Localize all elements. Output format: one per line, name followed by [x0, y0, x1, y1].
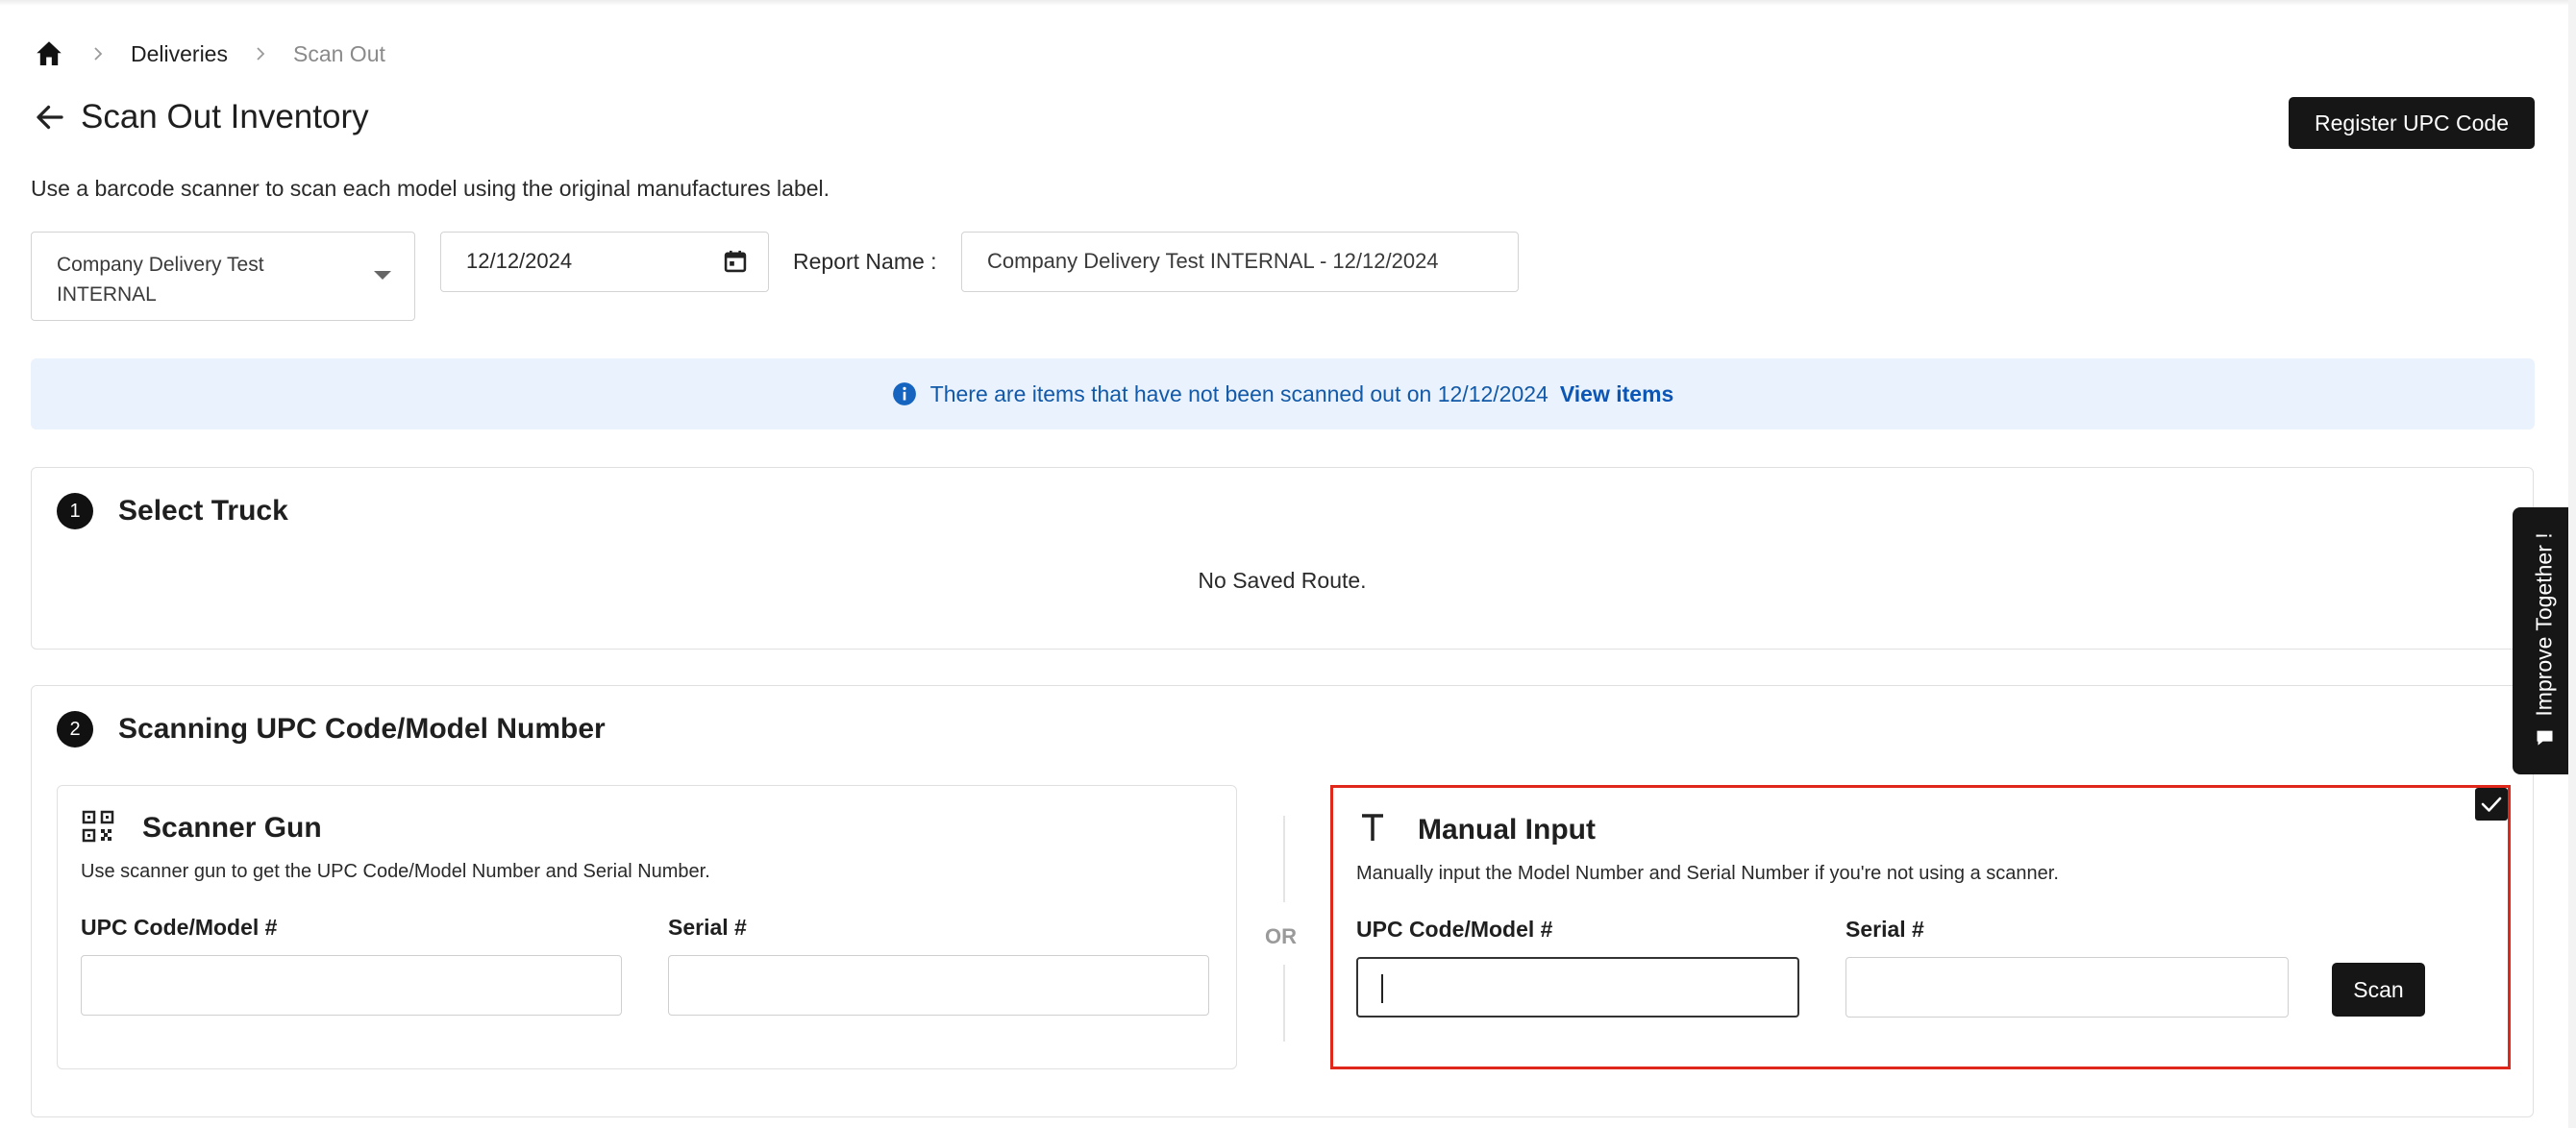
date-value: 12/12/2024 — [466, 249, 573, 273]
or-divider-top — [1283, 816, 1285, 902]
or-divider-bottom — [1283, 965, 1285, 1042]
top-shadow — [0, 0, 2576, 6]
breadcrumb: Deliveries Scan Out — [33, 35, 385, 73]
report-name-field[interactable]: Company Delivery Test INTERNAL - 12/12/2… — [961, 232, 1519, 292]
or-text: OR — [1265, 924, 1297, 948]
manual-upc-input[interactable] — [1356, 957, 1799, 1018]
text-t-icon — [1356, 811, 1391, 846]
report-name-label: Report Name : — [793, 249, 937, 274]
step-title: Scanning UPC Code/Model Number — [118, 713, 606, 745]
step-number: 1 — [57, 493, 93, 529]
banner-text: There are items that have not been scann… — [929, 380, 1548, 406]
manual-input-panel[interactable]: Manual Input Manually input the Model Nu… — [1330, 785, 2511, 1069]
info-banner: There are items that have not been scann… — [31, 358, 2535, 429]
scanner-gun-description: Use scanner gun to get the UPC Code/Mode… — [81, 861, 710, 882]
serial-label: Serial # — [668, 915, 747, 940]
serial-label: Serial # — [1845, 917, 1924, 942]
intro-text: Use a barcode scanner to scan each model… — [31, 176, 830, 201]
chevron-right-icon — [90, 46, 106, 61]
home-icon[interactable] — [33, 37, 65, 70]
chevron-right-icon — [253, 46, 268, 61]
manual-input-title: Manual Input — [1418, 814, 1596, 846]
improve-together-label: Improve Together ! — [2531, 532, 2557, 717]
back-arrow-icon[interactable] — [33, 100, 67, 135]
register-upc-button[interactable]: Register UPC Code — [2289, 97, 2535, 149]
no-route-text: No Saved Route. — [1198, 568, 1367, 593]
manual-serial-input[interactable] — [1845, 957, 2289, 1018]
scanner-gun-title: Scanner Gun — [142, 812, 322, 844]
page-title: Scan Out Inventory — [81, 98, 369, 135]
select-truck-card: 1 Select Truck No Saved Route. — [31, 467, 2534, 650]
report-name-value: Company Delivery Test INTERNAL - 12/12/2… — [987, 249, 1439, 273]
upc-label: UPC Code/Model # — [1356, 917, 1553, 942]
breadcrumb-deliveries[interactable]: Deliveries — [131, 41, 228, 67]
view-items-link[interactable]: View items — [1560, 381, 1673, 407]
improve-together-tab[interactable]: Improve Together ! — [2513, 507, 2576, 774]
qr-code-icon — [81, 809, 115, 844]
manual-input-description: Manually input the Model Number and Seri… — [1356, 863, 2059, 884]
step-number: 2 — [57, 711, 93, 748]
calendar-icon[interactable] — [722, 248, 749, 275]
chat-bubble-icon — [2533, 726, 2556, 749]
step-title: Select Truck — [118, 495, 288, 527]
company-select[interactable]: Company Delivery Test INTERNAL — [31, 232, 415, 321]
page-scrollbar[interactable] — [2568, 0, 2576, 1128]
breadcrumb-current: Scan Out — [292, 40, 385, 66]
scanner-gun-panel[interactable]: Scanner Gun Use scanner gun to get the U… — [57, 785, 1237, 1069]
text-cursor — [1381, 974, 1383, 1003]
scan-button[interactable]: Scan — [2332, 963, 2425, 1017]
caret-down-icon — [374, 271, 391, 280]
scanner-upc-input[interactable] — [81, 955, 622, 1016]
company-select-value: Company Delivery Test INTERNAL — [57, 254, 264, 306]
date-field[interactable]: 12/12/2024 — [440, 232, 769, 292]
scanner-serial-input[interactable] — [668, 955, 1209, 1016]
scanning-card: 2 Scanning UPC Code/Model Number Scanner… — [31, 685, 2534, 1117]
check-icon[interactable] — [2475, 788, 2508, 821]
info-icon — [892, 381, 917, 406]
upc-label: UPC Code/Model # — [81, 915, 278, 940]
